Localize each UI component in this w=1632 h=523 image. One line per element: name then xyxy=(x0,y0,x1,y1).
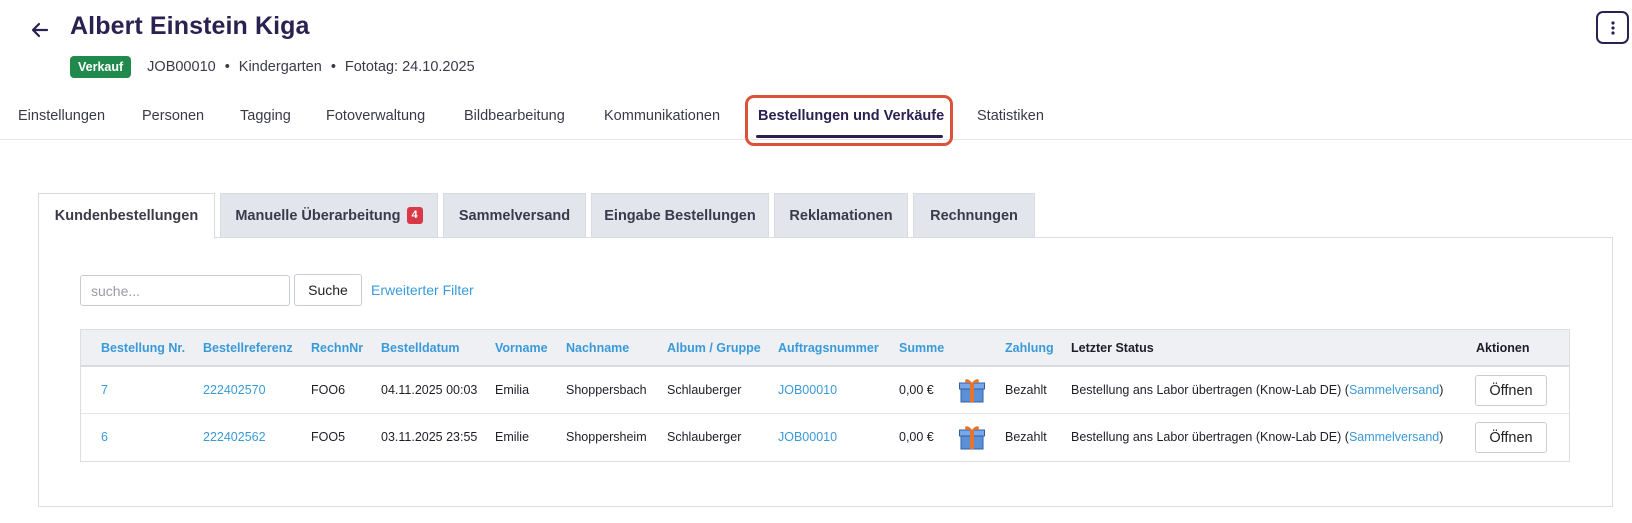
invoice-number: FOO6 xyxy=(311,383,346,397)
order-sum: 0,00 € xyxy=(899,430,934,444)
sammelversand-link[interactable]: Sammelversand xyxy=(1349,430,1439,444)
search-input[interactable] xyxy=(80,275,290,306)
status-text: Bestellung ans Labor übertragen (Know-La… xyxy=(1071,430,1349,444)
payment-status: Bezahlt xyxy=(1005,430,1047,444)
job-id: JOB00010 xyxy=(147,59,216,75)
status-badge: Verkauf xyxy=(70,56,132,78)
col-header-bestellung-nr[interactable]: Bestellung Nr. xyxy=(101,341,185,355)
order-date: 04.11.2025 00:03 xyxy=(381,383,478,397)
open-button[interactable]: Öffnen xyxy=(1475,422,1547,453)
order-reference-link[interactable]: 222402562 xyxy=(203,430,266,444)
status-close: ) xyxy=(1439,383,1444,397)
job-category: Kindergarten xyxy=(238,59,322,75)
subtab-eingabe-bestellungen[interactable]: Eingabe Bestellungen xyxy=(591,193,769,238)
table-row: 7 222402570 FOO6 04.11.2025 00:03 Emilia… xyxy=(81,367,1569,414)
count-badge: 4 xyxy=(406,207,423,224)
col-header-letzter-status: Letzter Status xyxy=(1071,341,1154,355)
meta-separator: • xyxy=(224,59,230,75)
advanced-filter-link[interactable]: Erweiterter Filter xyxy=(371,282,474,298)
subtab-kundenbestellungen[interactable]: Kundenbestellungen xyxy=(38,193,215,239)
col-header-bestelldatum[interactable]: Bestelldatum xyxy=(381,341,460,355)
order-number-link[interactable]: 6 xyxy=(101,430,108,444)
nav-tab-statistiken[interactable]: Statistiken xyxy=(977,108,1044,124)
nav-tab-einstellungen[interactable]: Einstellungen xyxy=(18,108,105,124)
subtab-manuelle-ueberarbeitung[interactable]: Manuelle Überarbeitung 4 xyxy=(220,193,438,238)
col-header-aktionen: Aktionen xyxy=(1476,341,1530,355)
job-number-link[interactable]: JOB00010 xyxy=(778,383,837,397)
first-name: Emilie xyxy=(495,430,530,444)
album-group: Schlauberger xyxy=(667,430,742,444)
col-header-rechnnr[interactable]: RechnNr xyxy=(311,341,363,355)
active-tab-indicator xyxy=(756,135,943,138)
col-header-vorname[interactable]: Vorname xyxy=(495,341,548,355)
col-header-zahlung[interactable]: Zahlung xyxy=(1005,341,1054,355)
status-close: ) xyxy=(1439,430,1444,444)
more-options-button[interactable] xyxy=(1596,11,1629,44)
meta-separator: • xyxy=(330,59,336,75)
open-button[interactable]: Öffnen xyxy=(1475,375,1547,406)
job-number-link[interactable]: JOB00010 xyxy=(778,430,837,444)
col-header-album-gruppe[interactable]: Album / Gruppe xyxy=(667,341,761,355)
nav-tab-kommunikationen[interactable]: Kommunikationen xyxy=(604,108,720,124)
table-row: 6 222402562 FOO5 03.11.2025 23:55 Emilie… xyxy=(81,414,1569,461)
invoice-number: FOO5 xyxy=(311,430,346,444)
table-header: Bestellung Nr. Bestellreferenz RechnNr B… xyxy=(81,330,1569,367)
album-group: Schlauberger xyxy=(667,383,742,397)
col-header-auftragsnummer[interactable]: Auftragsnummer xyxy=(778,341,879,355)
nav-tab-personen[interactable]: Personen xyxy=(142,108,204,124)
order-sum: 0,00 € xyxy=(899,383,934,397)
orders-table: Bestellung Nr. Bestellreferenz RechnNr B… xyxy=(80,329,1570,462)
nav-tab-fotoverwaltung[interactable]: Fotoverwaltung xyxy=(326,108,425,124)
last-status: Bestellung ans Labor übertragen (Know-La… xyxy=(1071,430,1443,444)
order-date: 03.11.2025 23:55 xyxy=(381,430,478,444)
subtab-label: Manuelle Überarbeitung xyxy=(235,207,401,224)
nav-tab-bestellungen[interactable]: Bestellungen und Verkäufe xyxy=(758,108,944,124)
order-reference-link[interactable]: 222402570 xyxy=(203,383,266,397)
gift-icon xyxy=(959,379,985,403)
photo-day: Fototag: 24.10.2025 xyxy=(344,59,475,75)
job-meta: Verkauf JOB00010 • Kindergarten • Fotota… xyxy=(70,55,475,79)
gift-icon xyxy=(959,426,985,450)
search-button[interactable]: Suche xyxy=(294,274,362,306)
subtab-sammelversand[interactable]: Sammelversand xyxy=(443,193,586,238)
last-name: Shoppersheim xyxy=(566,430,647,444)
col-header-bestellreferenz[interactable]: Bestellreferenz xyxy=(203,341,293,355)
order-number-link[interactable]: 7 xyxy=(101,383,108,397)
status-text: Bestellung ans Labor übertragen (Know-La… xyxy=(1071,383,1349,397)
col-header-nachname[interactable]: Nachname xyxy=(566,341,629,355)
last-name: Shoppersbach xyxy=(566,383,647,397)
first-name: Emilia xyxy=(495,383,530,397)
back-arrow-icon[interactable] xyxy=(28,18,52,42)
sammelversand-link[interactable]: Sammelversand xyxy=(1349,383,1439,397)
subtab-rechnungen[interactable]: Rechnungen xyxy=(913,193,1035,238)
page-title: Albert Einstein Kiga xyxy=(70,12,310,40)
last-status: Bestellung ans Labor übertragen (Know-La… xyxy=(1071,383,1443,397)
nav-tab-tagging[interactable]: Tagging xyxy=(240,108,291,124)
nav-tab-bildbearbeitung[interactable]: Bildbearbeitung xyxy=(464,108,565,124)
kebab-menu-icon xyxy=(1610,20,1615,35)
col-header-summe[interactable]: Summe xyxy=(899,341,944,355)
main-nav: Einstellungen Personen Tagging Fotoverwa… xyxy=(0,96,1632,140)
subtab-reklamationen[interactable]: Reklamationen xyxy=(774,193,908,238)
payment-status: Bezahlt xyxy=(1005,383,1047,397)
